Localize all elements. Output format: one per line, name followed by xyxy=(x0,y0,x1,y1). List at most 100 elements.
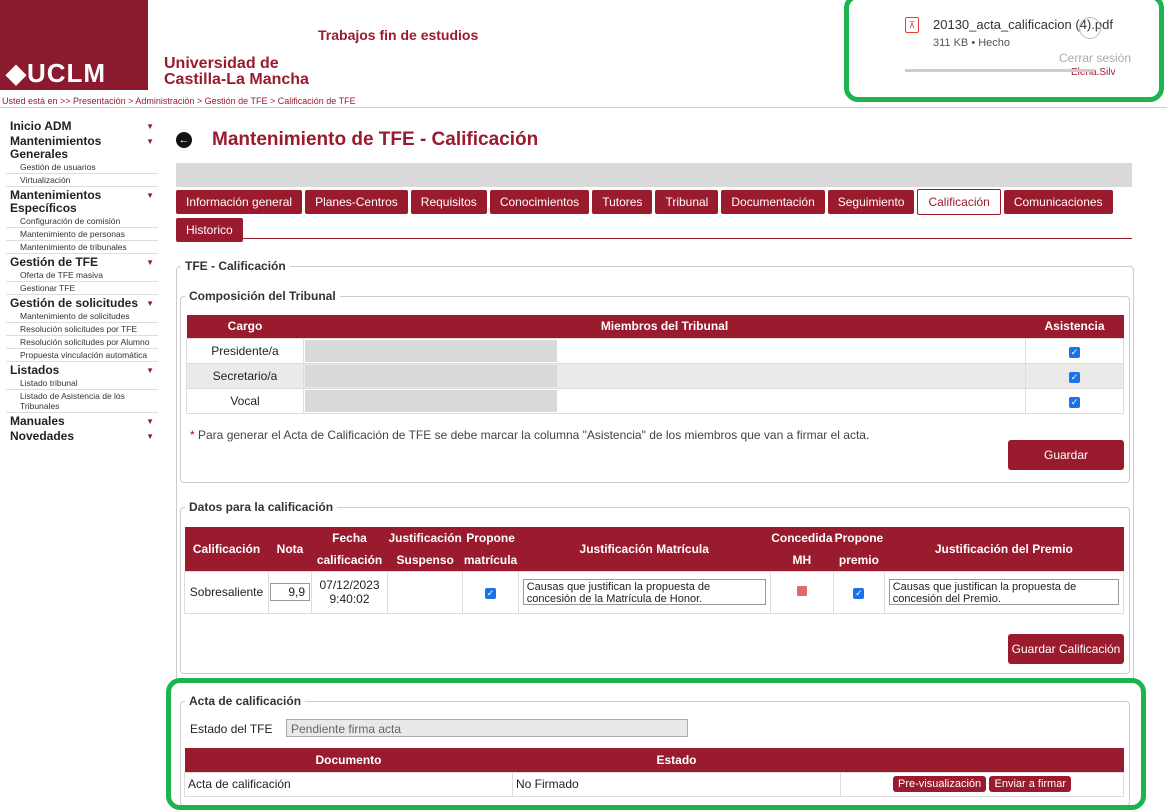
guardar-calificacion-button[interactable]: Guardar Calificación xyxy=(1008,634,1124,664)
sidebar-item[interactable]: Gestionar TFE xyxy=(6,282,158,295)
nota-cell: 9,9 xyxy=(268,570,312,614)
asistencia-checkbox[interactable]: ✓ xyxy=(1069,396,1080,408)
sidebar-section[interactable]: Gestión de solicitudes ▼ Mantenimiento de… xyxy=(6,295,158,362)
sidebar-item[interactable]: Mantenimiento de personas xyxy=(6,228,158,241)
sidebar-item[interactable]: Mantenimiento de tribunales xyxy=(6,241,158,254)
tab-seguimiento[interactable]: Seguimiento xyxy=(827,190,915,214)
propone-premio-checkbox[interactable]: ✓ xyxy=(853,588,865,599)
datos-table: Calificación Nota Fecha Justificación Pr… xyxy=(184,527,1125,614)
breadcrumb[interactable]: Usted está en >> Presentación > Administ… xyxy=(2,96,356,106)
fieldset-legend: Composición del Tribunal xyxy=(189,289,336,303)
tab-planes-centros[interactable]: Planes-Centros xyxy=(305,190,408,214)
tab-documentacion[interactable]: Documentación xyxy=(721,190,825,214)
concedida-mh-checkbox xyxy=(796,586,807,596)
column-header: calificación xyxy=(311,549,388,571)
sidebar-item[interactable]: Virtualización xyxy=(6,174,158,187)
asistencia-cell: ✓ xyxy=(1025,362,1124,389)
sidebar-section[interactable]: Manuales ▼ xyxy=(6,413,158,428)
sidebar-item[interactable]: Gestión de usuarios xyxy=(6,161,158,174)
table-row: Vocal ✓ xyxy=(186,387,1124,414)
tab-conocimientos[interactable]: Conocimientos xyxy=(489,190,590,214)
sidebar-section[interactable]: Mantenimientos Específicos ▼ Configuració… xyxy=(6,187,158,254)
section-title: Inicio ADM xyxy=(10,119,72,133)
member-cell xyxy=(303,362,1026,389)
fieldset-legend: Datos para la calificación xyxy=(189,500,334,514)
section-title: Gestión de TFE xyxy=(10,255,99,269)
redacted-member xyxy=(305,364,557,387)
back-arrow-icon[interactable]: ← xyxy=(176,132,192,148)
column-header: matrícula xyxy=(462,549,519,571)
asistencia-checkbox[interactable]: ✓ xyxy=(1069,346,1080,358)
user-avatar-icon[interactable] xyxy=(1079,17,1101,39)
column-header: Concedida xyxy=(770,527,834,549)
column-header: Justificación Matrícula xyxy=(518,527,771,571)
section-title: Gestión de solicitudes xyxy=(10,296,139,310)
propone-matricula-checkbox[interactable]: ✓ xyxy=(485,588,497,599)
column-header: Justificación del Premio xyxy=(884,527,1124,571)
asistencia-cell: ✓ xyxy=(1025,337,1124,364)
logout-link[interactable]: Cerrar sesión xyxy=(1059,51,1131,65)
tab-divider xyxy=(176,238,1132,239)
column-header: Justificación xyxy=(387,527,463,549)
table-row: Presidente/a ✓ xyxy=(186,337,1124,364)
column-header: MH xyxy=(770,549,834,571)
fecha-cell: 07/12/2023 9:40:02 xyxy=(311,570,388,614)
column-header: Cargo xyxy=(186,315,304,338)
just-premio-textarea[interactable]: Causas que justifican la propuesta de co… xyxy=(888,579,1119,605)
asistencia-checkbox[interactable]: ✓ xyxy=(1069,371,1080,383)
tab-tutores[interactable]: Tutores xyxy=(592,190,653,214)
sidebar-item[interactable]: Configuración de comisión xyxy=(6,215,158,228)
column-header: Propone xyxy=(833,527,885,549)
pdf-icon: ⊼ xyxy=(905,17,919,33)
just-matricula-textarea[interactable]: Causas que justifican la propuesta de co… xyxy=(522,579,766,605)
sidebar-item[interactable]: Resolución solicitudes por TFE xyxy=(6,323,158,336)
concedida-mh-cell xyxy=(769,570,835,614)
tab-informacion-general[interactable]: Información general xyxy=(176,190,303,214)
dropdown-arrow-icon: ▼ xyxy=(146,432,154,441)
column-header: Suspenso xyxy=(387,549,463,571)
table-row: Sobresaliente 9,9 07/12/2023 9:40:02 ✓ Ca… xyxy=(184,570,1125,614)
sidebar-section[interactable]: Listados ▼ Listado tribunal Listado de As… xyxy=(6,362,158,413)
highlight-box xyxy=(166,678,1146,810)
guardar-button[interactable]: Guardar xyxy=(1008,440,1124,470)
dropdown-arrow-icon: ▼ xyxy=(146,137,154,146)
section-title: Listados xyxy=(10,363,60,377)
nota-input[interactable]: 9,9 xyxy=(270,583,310,601)
sidebar-item[interactable]: Mantenimiento de solicitudes xyxy=(6,310,158,323)
cargo-cell: Presidente/a xyxy=(186,337,304,364)
member-cell xyxy=(303,387,1026,414)
sidebar-section[interactable]: Gestión de TFE ▼ Oferta de TFE masiva Ges… xyxy=(6,254,158,295)
column-header: Fecha xyxy=(311,527,388,549)
column-header: Miembros del Tribunal xyxy=(303,315,1026,338)
column-header: premio xyxy=(833,549,885,571)
tab-calificacion[interactable]: Calificación xyxy=(917,189,1001,215)
sidebar-item[interactable]: Oferta de TFE masiva xyxy=(6,269,158,282)
tab-comunicaciones[interactable]: Comunicaciones xyxy=(1003,190,1113,214)
just-matricula-cell: Causas que justifican la propuesta de co… xyxy=(517,570,771,614)
just-suspenso-cell xyxy=(386,570,464,614)
redacted-member xyxy=(305,389,557,412)
section-title: Mantenimientos Generales xyxy=(10,134,102,161)
cargo-cell: Secretario/a xyxy=(186,362,304,389)
tab-requisitos[interactable]: Requisitos xyxy=(410,190,487,214)
sidebar-item[interactable]: Resolución solicitudes por Alumno xyxy=(6,336,158,349)
tribunal-table: Cargo Miembros del Tribunal Asistencia P… xyxy=(186,315,1124,414)
column-header: Asistencia xyxy=(1025,315,1124,338)
sidebar: Inicio ADM ▼ Mantenimientos Generales ▼ Ge… xyxy=(6,118,158,443)
sidebar-section[interactable]: Novedades ▼ xyxy=(6,428,158,443)
section-title: Manuales xyxy=(10,414,65,428)
sidebar-item[interactable]: Propuesta vinculación automática xyxy=(6,349,158,362)
page-title: Mantenimiento de TFE - Calificación xyxy=(212,129,539,150)
sidebar-item[interactable]: Listado de Asistencia de los Tribunales xyxy=(6,390,158,413)
info-bar xyxy=(176,163,1132,187)
uclm-logo[interactable]: ◆UCLM xyxy=(0,0,148,90)
sidebar-section[interactable]: Inicio ADM ▼ xyxy=(6,118,158,133)
just-premio-cell: Causas que justifican la propuesta de co… xyxy=(883,570,1125,614)
tab-tribunal[interactable]: Tribunal xyxy=(655,190,719,214)
header-divider xyxy=(0,107,1167,108)
sidebar-item[interactable]: Listado tribunal xyxy=(6,377,158,390)
dropdown-arrow-icon: ▼ xyxy=(146,417,154,426)
fieldset-legend: TFE - Calificación xyxy=(185,259,286,273)
sidebar-section[interactable]: Mantenimientos Generales ▼ Gestión de usu… xyxy=(6,133,158,187)
section-title: Mantenimientos Específicos xyxy=(10,188,102,215)
